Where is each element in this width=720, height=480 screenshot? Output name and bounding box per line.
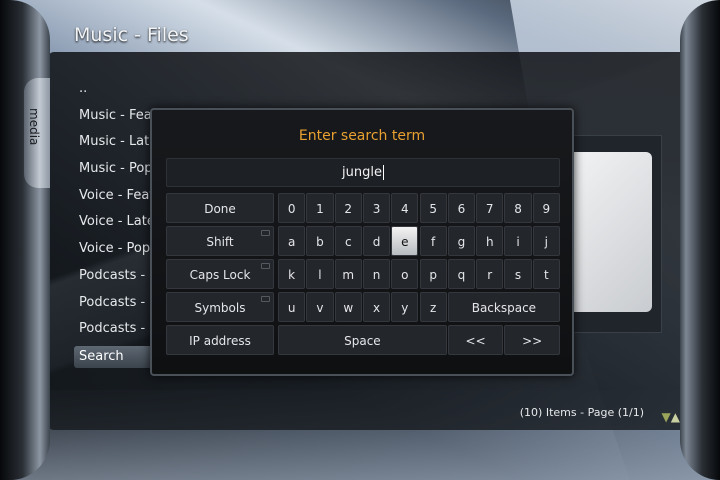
- shift-key[interactable]: Shift: [166, 226, 274, 256]
- key-4[interactable]: 4: [391, 193, 419, 223]
- key-b[interactable]: b: [306, 226, 334, 256]
- symbols-key[interactable]: Symbols: [166, 292, 274, 322]
- triangle-down-icon[interactable]: ▼: [662, 410, 671, 424]
- key-6[interactable]: 6: [447, 193, 476, 223]
- item-count-label: (10) Items - Page (1/1): [519, 406, 644, 419]
- key-7[interactable]: 7: [476, 193, 504, 223]
- keyboard-dialog: Enter search term jungle Done Shift Caps L…: [150, 108, 574, 376]
- key-a[interactable]: a: [278, 226, 306, 256]
- key-c[interactable]: c: [334, 226, 362, 256]
- media-side-tab[interactable]: media: [24, 78, 50, 188]
- key-3[interactable]: 3: [362, 193, 391, 223]
- key-8[interactable]: 8: [504, 193, 532, 223]
- key-2[interactable]: 2: [334, 193, 362, 223]
- page-title: Music - Files: [74, 24, 189, 46]
- key-l[interactable]: l: [306, 259, 334, 289]
- key-m[interactable]: m: [334, 259, 362, 289]
- key-s[interactable]: s: [504, 259, 532, 289]
- key-w[interactable]: w: [334, 292, 362, 322]
- key-i[interactable]: i: [504, 226, 532, 256]
- key-x[interactable]: x: [362, 292, 391, 322]
- key-d[interactable]: d: [362, 226, 391, 256]
- key-o[interactable]: o: [391, 259, 419, 289]
- ip-address-key[interactable]: IP address: [166, 325, 274, 355]
- previous-key[interactable]: <<: [447, 325, 504, 355]
- key-q[interactable]: q: [447, 259, 476, 289]
- media-side-tab-label: media: [27, 108, 41, 146]
- caps-lock-key[interactable]: Caps Lock: [166, 259, 274, 289]
- page-arrows: ▼▲: [662, 406, 680, 425]
- list-item[interactable]: ..: [74, 76, 274, 103]
- search-input[interactable]: jungle: [166, 158, 560, 187]
- key-f[interactable]: f: [419, 226, 447, 256]
- key-u[interactable]: u: [278, 292, 306, 322]
- key-j[interactable]: j: [532, 226, 560, 256]
- key-k[interactable]: k: [278, 259, 306, 289]
- key-v[interactable]: v: [306, 292, 334, 322]
- key-0[interactable]: 0: [278, 193, 306, 223]
- toggle-indicator: [261, 230, 270, 236]
- key-h[interactable]: h: [476, 226, 504, 256]
- next-key[interactable]: >>: [504, 325, 560, 355]
- toggle-indicator: [261, 296, 270, 302]
- key-5[interactable]: 5: [419, 193, 447, 223]
- search-input-value: jungle: [342, 165, 382, 180]
- done-key[interactable]: Done: [166, 193, 274, 223]
- key-n[interactable]: n: [362, 259, 391, 289]
- key-g[interactable]: g: [447, 226, 476, 256]
- key-9[interactable]: 9: [532, 193, 560, 223]
- backspace-key[interactable]: Backspace: [447, 292, 560, 322]
- key-p[interactable]: p: [419, 259, 447, 289]
- space-key[interactable]: Space: [278, 325, 447, 355]
- key-r[interactable]: r: [476, 259, 504, 289]
- triangle-up-icon[interactable]: ▲: [671, 410, 680, 424]
- key-e[interactable]: e: [391, 226, 419, 256]
- key-t[interactable]: t: [532, 259, 560, 289]
- toggle-indicator: [261, 263, 270, 269]
- text-caret: [382, 165, 384, 180]
- key-y[interactable]: y: [391, 292, 419, 322]
- key-1[interactable]: 1: [306, 193, 334, 223]
- dialog-title: Enter search term: [298, 128, 426, 144]
- key-z[interactable]: z: [419, 292, 447, 322]
- right-frame: [680, 0, 720, 480]
- left-frame: [0, 0, 50, 480]
